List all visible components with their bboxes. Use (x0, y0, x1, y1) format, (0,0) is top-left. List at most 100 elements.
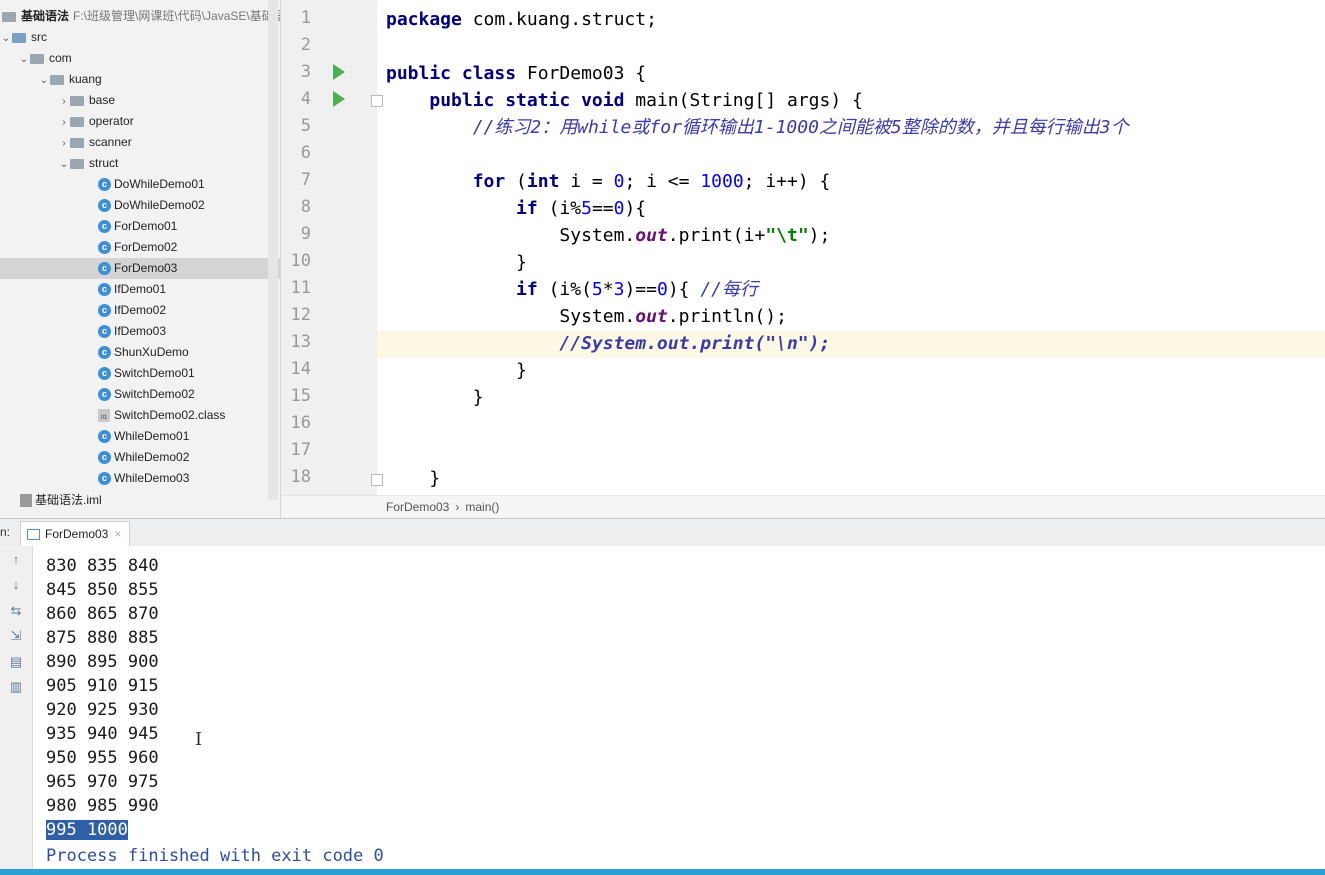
line-number: 7 (300, 170, 311, 190)
tree-file[interactable]: 01 SwitchDemo02.class (0, 405, 280, 426)
tree-file[interactable]: c SwitchDemo02 (0, 384, 280, 405)
run-tab[interactable]: ForDemo03 × (20, 521, 131, 546)
line-number: 8 (300, 197, 311, 217)
tree-file[interactable]: c WhileDemo02 (0, 447, 280, 468)
line-number: 18 (290, 467, 311, 487)
trash-icon[interactable]: ▥ (8, 679, 24, 695)
tree-file-selected[interactable]: c ForDemo03 (0, 258, 280, 279)
line-number: 15 (290, 386, 311, 406)
tree-label: scanner (89, 135, 132, 149)
tree-file[interactable]: c ShunXuDemo (0, 342, 280, 363)
file-label: IfDemo02 (114, 303, 167, 317)
comment-exercise: //练习2：用while或for循环输出1-1000之间能被5整除的数，并且每行… (472, 117, 1129, 138)
tree-file[interactable]: c WhileDemo01 (0, 426, 280, 447)
code-line-18: } (386, 468, 441, 489)
module-icon (2, 11, 16, 22)
tree-item-src[interactable]: ⌄ src (0, 27, 280, 48)
java-class-icon: c (98, 388, 111, 402)
package-icon (70, 158, 84, 169)
output-line: 860 865 870 (46, 604, 159, 624)
scroll-to-end-icon[interactable]: ⇲ (8, 628, 24, 644)
chevron-down-icon[interactable]: ⌄ (38, 70, 50, 91)
soft-wrap-icon[interactable]: ⇆ (8, 603, 24, 619)
tree-file[interactable]: c ForDemo01 (0, 216, 280, 237)
breadcrumb-class[interactable]: ForDemo03 (386, 500, 449, 514)
tree-item-scanner[interactable]: › scanner (0, 132, 280, 154)
file-label: ForDemo01 (114, 219, 178, 233)
file-label: SwitchDemo01 (114, 366, 195, 380)
code-line-12: System.out.println(); (386, 306, 787, 327)
line-number: 5 (300, 116, 311, 136)
comment-print-n: //System.out.print("\n"); (559, 333, 831, 354)
fold-icon[interactable] (371, 95, 383, 107)
tree-file[interactable]: c IfDemo03 (0, 321, 280, 342)
java-class-icon: c (98, 367, 111, 381)
tree-item-com[interactable]: ⌄ com (0, 48, 280, 70)
chevron-right-icon[interactable]: › (58, 133, 70, 154)
java-class-icon: c (98, 325, 111, 339)
run-label: n: (0, 525, 11, 539)
tree-item-struct[interactable]: ⌄ struct (0, 153, 280, 175)
tree-item-operator[interactable]: › operator (0, 111, 280, 133)
run-main-icon[interactable] (333, 91, 345, 107)
tree-file[interactable]: c DoWhileDemo02 (0, 195, 280, 216)
java-class-icon: c (98, 346, 111, 360)
tree-item-base[interactable]: › base (0, 90, 280, 112)
tree-label: com (49, 51, 72, 65)
fold-icon[interactable] (371, 474, 383, 486)
file-label: SwitchDemo02.class (114, 408, 226, 422)
console-output[interactable]: 830 835 840 845 850 855 860 865 870 875 … (33, 546, 1325, 875)
breadcrumb-separator-icon: › (455, 500, 460, 514)
file-label: DoWhileDemo01 (114, 177, 205, 191)
tree-file[interactable]: c ForDemo02 (0, 237, 280, 258)
tree-root[interactable]: 基础语法 F:\班级管理\网课班\代码\JavaSE\基础语 (0, 6, 280, 27)
print-icon[interactable]: ▤ (8, 654, 24, 670)
line-number: 17 (290, 440, 311, 460)
tree-file[interactable]: c IfDemo01 (0, 279, 280, 300)
line-number: 13 (290, 332, 311, 352)
tree-file[interactable]: c WhileDemo03 (0, 468, 280, 489)
chevron-down-icon[interactable]: ⌄ (58, 154, 70, 175)
code-editor[interactable]: 1 2 3 4 5 6 7 8 9 10 11 12 13 14 15 16 1… (281, 0, 1325, 495)
code-line-4: public static void main(String[] args) { (429, 90, 863, 111)
code-line-1: package com.kuang.struct; (386, 9, 657, 30)
output-line: 980 985 990 (46, 796, 159, 816)
package-icon (70, 137, 84, 148)
line-number: 1 (300, 8, 311, 28)
run-class-icon[interactable] (333, 64, 345, 80)
line-number: 9 (300, 224, 311, 244)
breadcrumb: ForDemo03 › main() (281, 495, 1325, 519)
root-label: 基础语法 (21, 9, 70, 23)
close-icon[interactable]: × (114, 527, 121, 541)
line-number: 10 (290, 251, 311, 271)
tree-scrollbar[interactable] (268, 0, 278, 500)
chevron-right-icon[interactable]: › (58, 112, 70, 133)
file-label: DoWhileDemo02 (114, 198, 205, 212)
arrow-up-icon[interactable]: ↑ (8, 552, 24, 568)
file-label: ForDemo03 (114, 261, 178, 275)
tree-item-kuang[interactable]: ⌄ kuang (0, 69, 280, 91)
breadcrumb-method[interactable]: main() (465, 500, 499, 514)
tree-file[interactable]: c DoWhileDemo01 (0, 174, 280, 195)
line-number: 6 (300, 143, 311, 163)
file-label: IfDemo01 (114, 282, 167, 296)
chevron-down-icon[interactable]: ⌄ (0, 28, 12, 49)
tree-label: kuang (69, 72, 102, 86)
text-cursor-icon: I (195, 729, 203, 750)
class-file-icon: 01 (98, 409, 110, 423)
arrow-down-icon[interactable]: ↓ (8, 577, 24, 593)
tree-file[interactable]: c IfDemo02 (0, 300, 280, 321)
iml-file-icon (20, 494, 32, 508)
tree-label: struct (89, 156, 119, 170)
java-class-icon: c (98, 241, 111, 255)
selected-text: 995 1000 (46, 820, 128, 840)
chevron-down-icon[interactable]: ⌄ (18, 49, 30, 70)
java-class-icon: c (98, 304, 111, 318)
line-number: 14 (290, 359, 311, 379)
code-line-3: public class ForDemo03 { (386, 63, 647, 84)
run-tool-window-header: n: ForDemo03 × (0, 518, 1325, 547)
tree-file-iml[interactable]: 基础语法.iml (0, 490, 280, 511)
line-number: 3 (300, 62, 311, 82)
tree-file[interactable]: c SwitchDemo01 (0, 363, 280, 384)
chevron-right-icon[interactable]: › (58, 91, 70, 112)
